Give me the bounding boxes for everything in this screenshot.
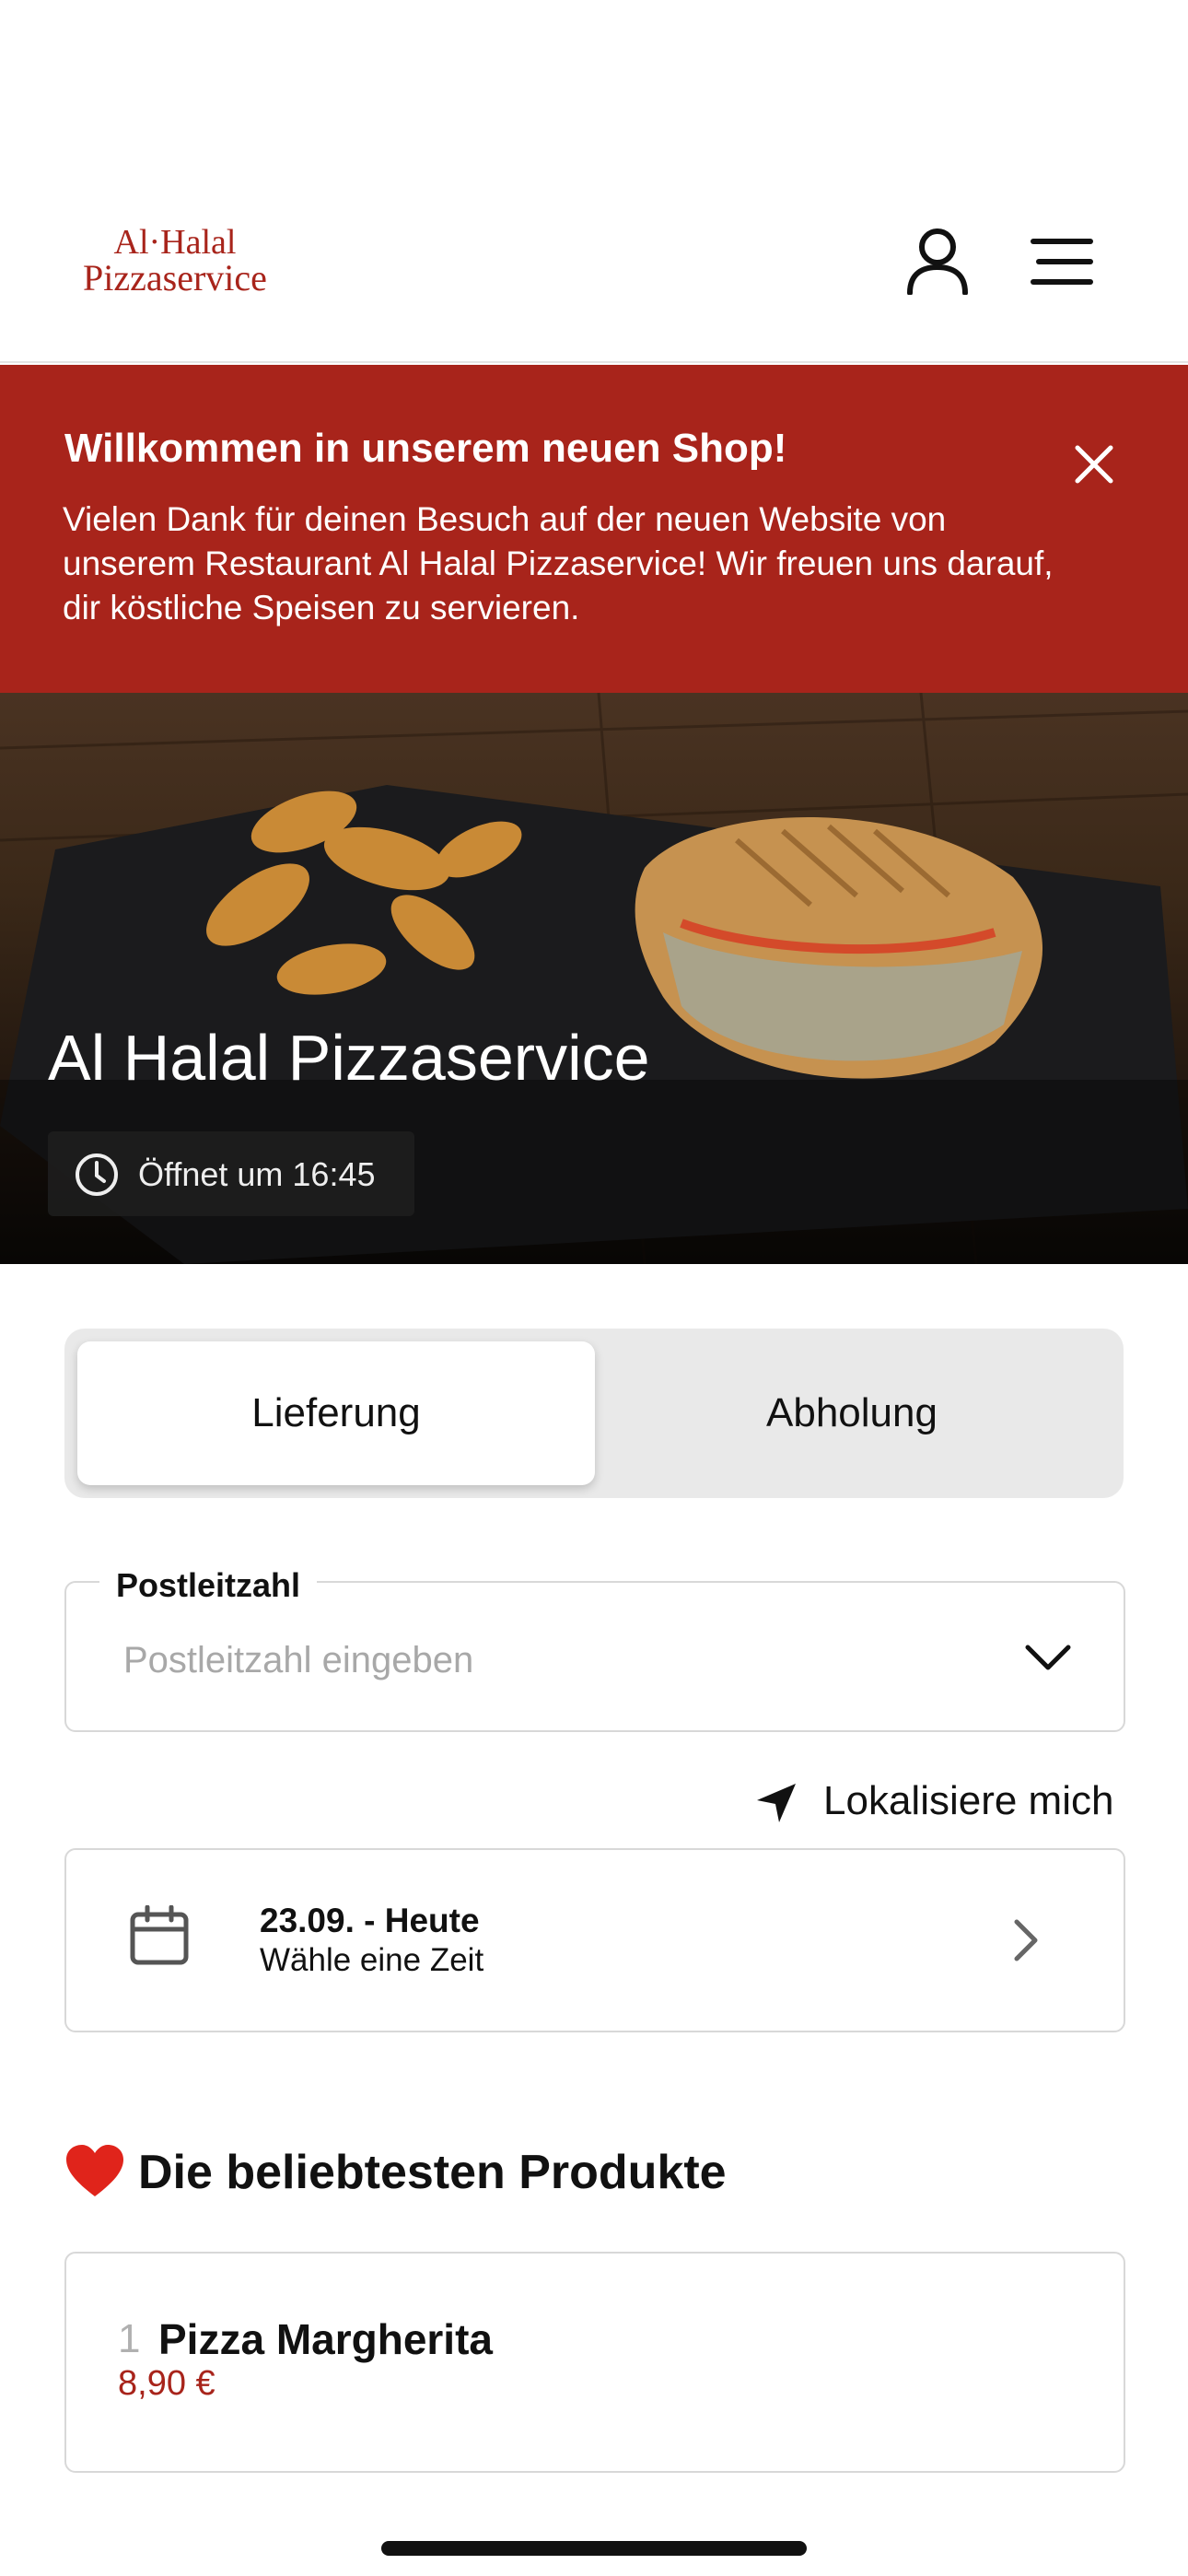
tab-abholung[interactable]: Abholung (593, 1341, 1111, 1485)
location-arrow-icon[interactable] (755, 1782, 798, 1824)
chevron-down-icon[interactable] (1022, 1640, 1074, 1677)
banner-title: Willkommen in unserem neuen Shop! (64, 426, 787, 471)
menu-icon[interactable] (1030, 236, 1096, 287)
restaurant-logo[interactable]: Al·Halal Pizzaservice (66, 225, 284, 297)
clock-icon (76, 1153, 118, 1196)
selected-date: 23.09. - Heute (260, 1902, 480, 1939)
bottom-safe-area (0, 2484, 1188, 2576)
product-price: 8,90 € (118, 2364, 215, 2403)
restaurant-name: Al Halal Pizzaservice (48, 1022, 650, 1094)
popular-products-heading: Die beliebtesten Produkte (138, 2146, 727, 2199)
logo-line1: Al·Halal (113, 223, 237, 262)
logo-line2: Pizzaservice (83, 257, 267, 299)
tab-lieferung[interactable]: Lieferung (77, 1341, 595, 1485)
time-picker[interactable] (64, 1848, 1125, 2032)
user-icon[interactable] (905, 227, 970, 295)
calendar-icon (130, 1905, 189, 1965)
top-header (0, 0, 1188, 363)
postcode-label: Postleitzahl (99, 1566, 318, 1605)
home-indicator[interactable] (381, 2541, 807, 2556)
close-icon[interactable] (1068, 439, 1120, 490)
banner-text: Vielen Dank für deinen Besuch auf der ne… (63, 500, 1054, 626)
locate-me-link[interactable]: Lokalisiere mich (823, 1778, 1113, 1824)
product-name[interactable]: Pizza Margherita (158, 2314, 493, 2364)
chevron-right-icon[interactable] (1009, 1916, 1042, 1964)
time-prompt: Wähle eine Zeit (260, 1942, 484, 1978)
opening-time: Öffnet um 16:45 (138, 1155, 376, 1193)
heart-icon (66, 2145, 123, 2196)
postcode-placeholder: Postleitzahl eingeben (123, 1640, 474, 1680)
product-rank: 1 (118, 2316, 141, 2361)
